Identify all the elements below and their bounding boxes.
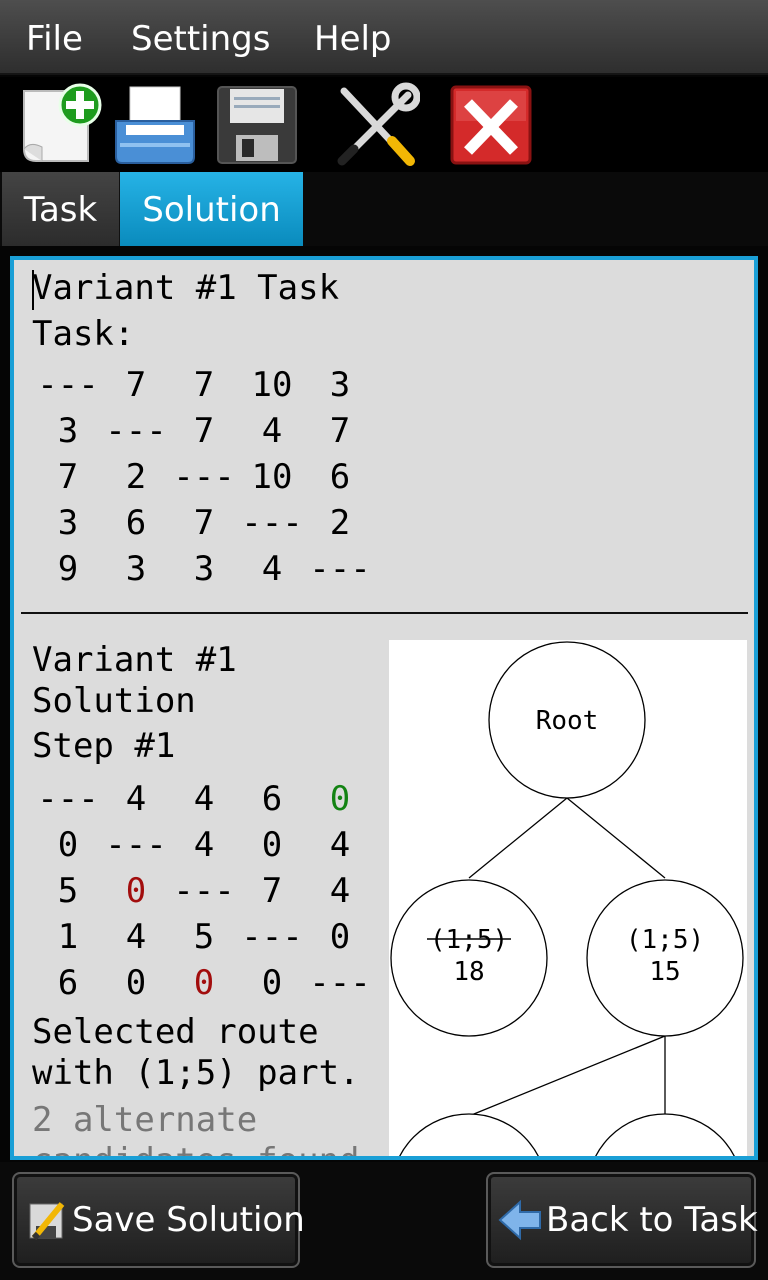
tree-left-value: 18 xyxy=(453,957,484,987)
task-matrix-cell: --- xyxy=(241,503,303,543)
close-icon[interactable] xyxy=(448,81,534,167)
task-matrix-cell: 7 xyxy=(329,411,351,451)
task-matrix-cell: --- xyxy=(173,457,235,497)
task-matrix-cell: 4 xyxy=(261,549,283,589)
solution-matrix-cell: 4 xyxy=(125,917,147,957)
solution-matrix-cell: 0 xyxy=(261,963,283,1003)
solution-matrix-cell: 4 xyxy=(193,825,215,865)
task-matrix-cell: 3 xyxy=(125,549,147,589)
task-matrix-cell: 3 xyxy=(329,365,351,405)
menu-settings[interactable]: Settings xyxy=(131,0,270,75)
tools-icon[interactable] xyxy=(334,81,420,167)
task-matrix-cell: --- xyxy=(105,411,167,451)
solution-view[interactable]: Variant #1 Task Task: --- 7 7 10 3 3 --- 7 4 7 7 2-… xyxy=(10,256,758,1160)
task-matrix-cell: 6 xyxy=(125,503,147,543)
tree-node-child2 xyxy=(595,1113,735,1156)
solution-matrix-cell: 0 xyxy=(125,963,147,1003)
section-divider xyxy=(21,612,748,614)
solution-title: Variant #1 Solution xyxy=(32,640,237,721)
print-icon[interactable] xyxy=(112,81,198,167)
solution-matrix-cell: 6 xyxy=(261,779,283,819)
solution-matrix-cell: 4 xyxy=(329,871,351,911)
task-matrix-cell: 3 xyxy=(57,503,79,543)
solution-matrix-cell: 5 xyxy=(193,917,215,957)
menu-help[interactable]: Help xyxy=(314,0,392,75)
task-matrix-cell: 7 xyxy=(193,365,215,405)
solution-matrix-cell: 0 xyxy=(261,825,283,865)
solution-matrix-cell: --- xyxy=(241,917,303,957)
selected-route-text: Selected route with (1;5) part. xyxy=(32,1012,360,1093)
task-label: Task: xyxy=(32,314,135,354)
solution-matrix-cell: 4 xyxy=(329,825,351,865)
solution-matrix-cell: --- xyxy=(309,963,371,1003)
tree-right-value: 15 xyxy=(649,957,680,987)
step-label: Step #1 xyxy=(32,726,176,766)
edit-save-icon xyxy=(28,1198,68,1246)
task-matrix-cell: --- xyxy=(37,365,99,405)
alternate-candidates-text: 2 alternate candidates found xyxy=(32,1100,360,1156)
task-matrix-cell: 10 xyxy=(251,457,293,497)
save-solution-button[interactable]: Save Solution xyxy=(12,1172,305,1268)
tab-solution[interactable]: Solution xyxy=(120,172,303,246)
new-document-icon[interactable] xyxy=(18,81,104,167)
solution-matrix-cell: 0 xyxy=(125,871,147,911)
back-to-task-label: Back to Task xyxy=(546,1200,758,1240)
task-matrix-cell: 7 xyxy=(193,411,215,451)
task-matrix-cell: 10 xyxy=(251,365,293,405)
solution-matrix-cell: --- xyxy=(105,825,167,865)
task-matrix-cell: --- xyxy=(309,549,371,589)
tree-edge-right-child1 xyxy=(468,1035,666,1117)
save-solution-label: Save Solution xyxy=(72,1200,305,1240)
tree-root-label: Root xyxy=(536,706,599,736)
tree-right-edge: (1;5) xyxy=(626,925,704,955)
solution-matrix-cell: 0 xyxy=(329,779,351,819)
task-matrix-cell: 7 xyxy=(125,365,147,405)
menu-bar: File Settings Help xyxy=(0,0,768,75)
tree-edge-root-right xyxy=(566,797,666,879)
menu-file[interactable]: File xyxy=(26,0,83,75)
task-matrix-cell: 2 xyxy=(329,503,351,543)
tab-task[interactable]: Task xyxy=(2,172,120,246)
task-matrix-cell: 2 xyxy=(125,457,147,497)
task-matrix-cell: 6 xyxy=(329,457,351,497)
tree-left-edge: (1;5) xyxy=(430,925,508,955)
back-to-task-button[interactable]: Back to Task xyxy=(486,1172,758,1268)
solution-matrix-cell: 5 xyxy=(57,871,79,911)
tree-edge-root-left xyxy=(468,797,568,879)
solution-matrix-cell: 6 xyxy=(57,963,79,1003)
solution-matrix-cell: 4 xyxy=(125,779,147,819)
task-matrix-cell: 9 xyxy=(57,549,79,589)
solution-matrix-cell: 0 xyxy=(329,917,351,957)
task-title: Variant #1 Task xyxy=(32,268,340,308)
solution-matrix-cell: 4 xyxy=(193,779,215,819)
solution-matrix-cell: 0 xyxy=(193,963,215,1003)
toolbar xyxy=(0,77,768,172)
save-disk-icon[interactable] xyxy=(214,81,300,167)
task-matrix-cell: 4 xyxy=(261,411,283,451)
task-matrix-cell: 3 xyxy=(193,549,215,589)
solution-matrix-cell: 0 xyxy=(57,825,79,865)
task-matrix-cell: 3 xyxy=(57,411,79,451)
branch-tree: Root (1;5) 18 (1;5) 15 xyxy=(389,640,747,1156)
back-arrow-icon xyxy=(498,1198,542,1246)
solution-matrix-cell: 7 xyxy=(261,871,283,911)
bottom-bar: Save Solution Back to Task xyxy=(0,1162,768,1280)
solution-matrix-cell: --- xyxy=(173,871,235,911)
tab-bar: Task Solution xyxy=(0,172,768,246)
task-matrix-cell: 7 xyxy=(193,503,215,543)
task-matrix-cell: 7 xyxy=(57,457,79,497)
solution-matrix-cell: --- xyxy=(37,779,99,819)
solution-matrix-cell: 1 xyxy=(57,917,79,957)
tree-node-child1 xyxy=(399,1113,539,1156)
